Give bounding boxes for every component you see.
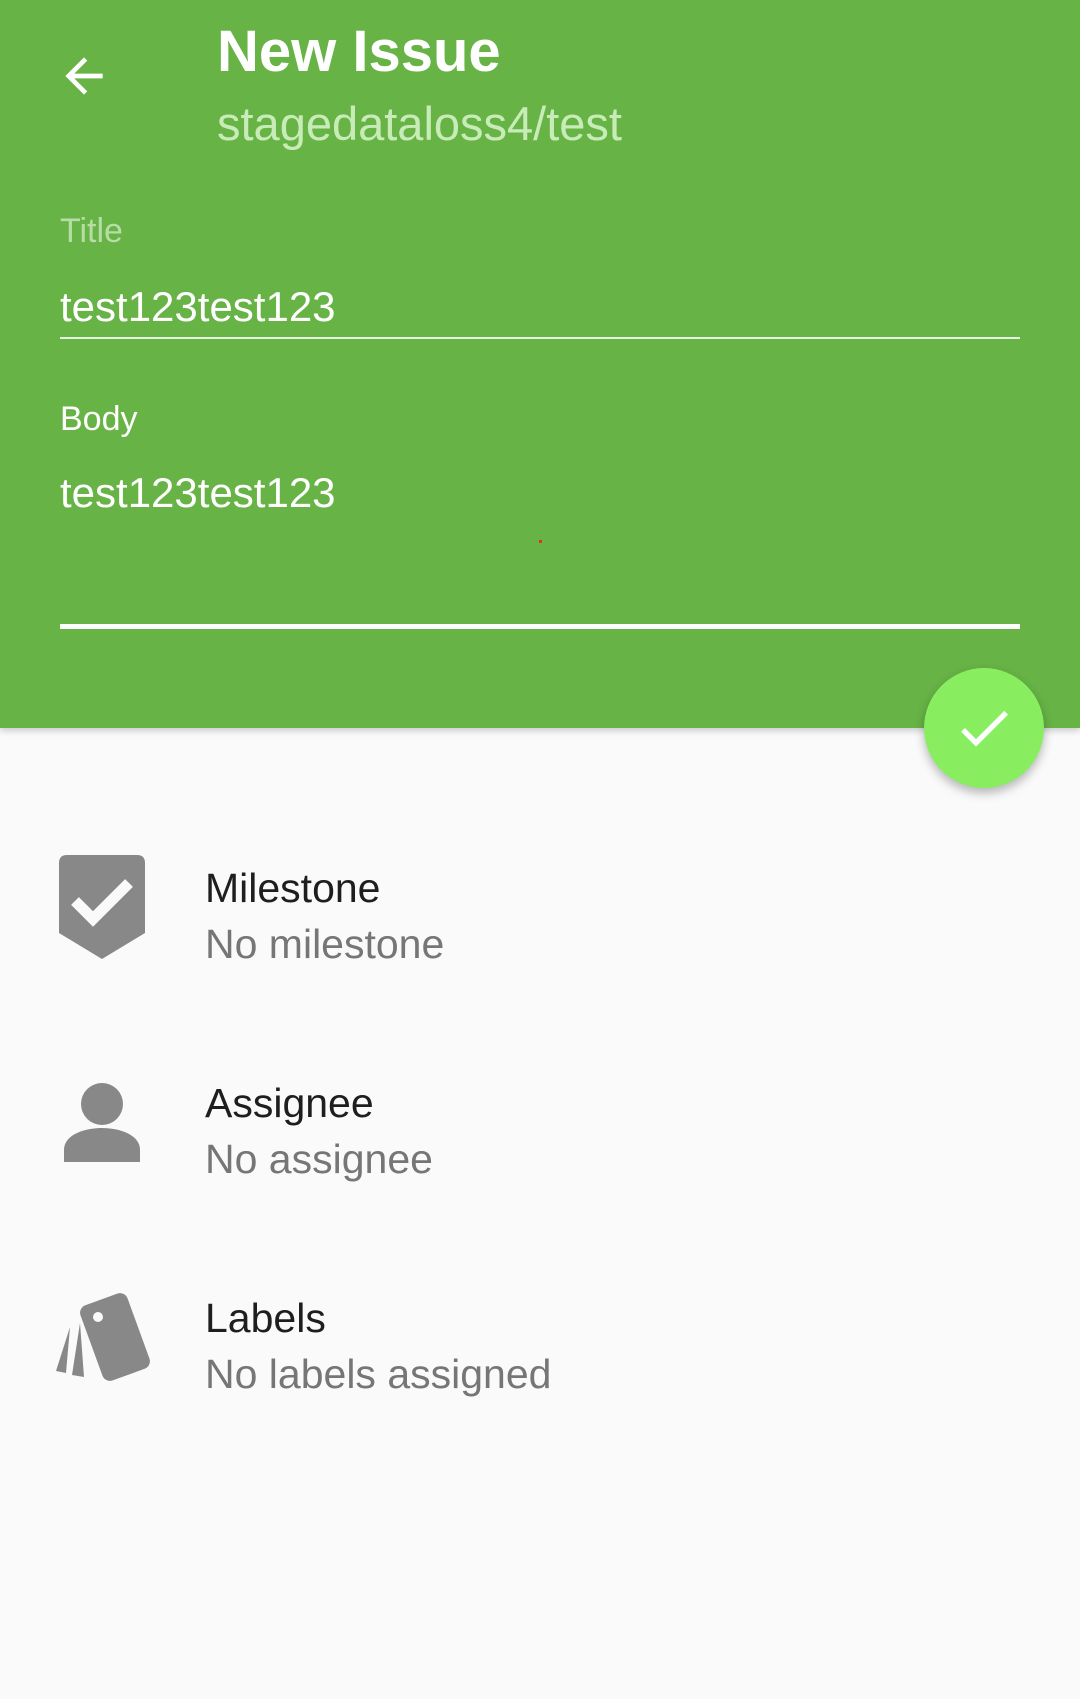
labels-option[interactable]: Labels No labels assigned <box>0 1245 1080 1445</box>
milestone-title: Milestone <box>205 865 381 911</box>
text-cursor-dot <box>539 540 542 543</box>
labels-value: No labels assigned <box>205 1351 552 1397</box>
assignee-value: No assignee <box>205 1136 433 1182</box>
page-title: New Issue <box>217 19 501 84</box>
body-field-label: Body <box>60 400 138 438</box>
arrow-left-icon <box>65 57 103 95</box>
app-header: New Issue stagedataloss4/test Title Body… <box>0 0 1080 728</box>
repository-subtitle: stagedataloss4/test <box>217 97 622 150</box>
body-input-underline <box>60 624 1020 629</box>
milestone-value: No milestone <box>205 921 445 967</box>
person-icon <box>50 1070 154 1174</box>
milestone-option[interactable]: Milestone No milestone <box>0 815 1080 1015</box>
title-input[interactable] <box>60 277 1020 337</box>
submit-issue-button[interactable] <box>924 668 1044 788</box>
assignee-option[interactable]: Assignee No assignee <box>0 1030 1080 1230</box>
labels-icon <box>50 1285 154 1389</box>
labels-title: Labels <box>205 1295 326 1341</box>
assignee-title: Assignee <box>205 1080 374 1126</box>
back-button[interactable] <box>48 40 120 112</box>
title-field-label: Title <box>60 212 123 250</box>
body-input[interactable]: test123test123 <box>60 463 1020 603</box>
title-input-underline <box>60 337 1020 339</box>
milestone-icon <box>50 855 154 959</box>
check-icon <box>961 710 1008 747</box>
